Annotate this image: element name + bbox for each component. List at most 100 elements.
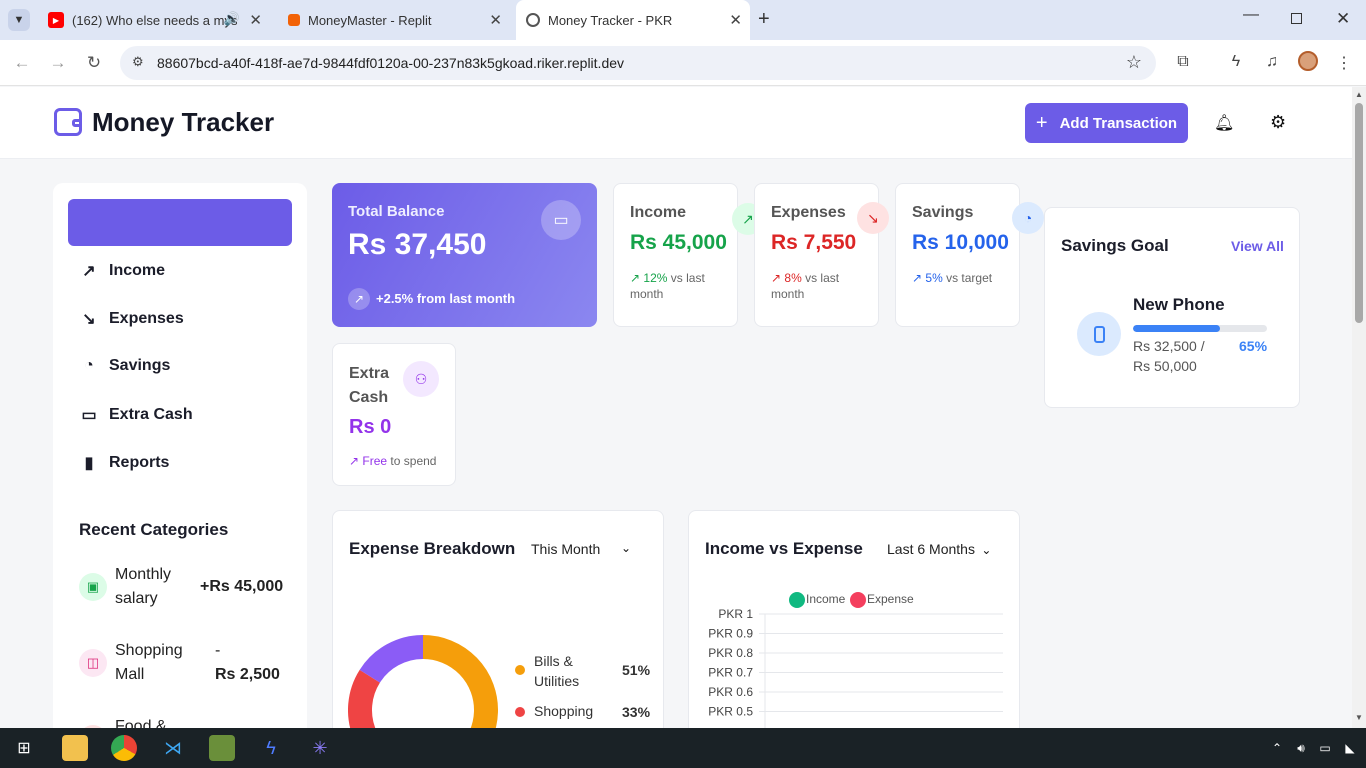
reload-icon[interactable]: ↻ [84, 53, 104, 73]
menu-icon[interactable]: ⋮ [1334, 53, 1354, 73]
browser-tab-youtube[interactable]: ▶ (162) Who else needs a mys 🔊 ✕ [38, 6, 270, 34]
stat-title: Savings [912, 204, 974, 221]
tab-label: MoneyMaster - Replit [308, 12, 432, 28]
savings-goal-card: Savings Goal View All New Phone Rs 32,50… [1044, 207, 1300, 408]
scroll-down-arrow[interactable]: ▼ [1355, 713, 1363, 722]
wallet-icon: ▭ [81, 407, 97, 424]
add-transaction-label: Add Transaction [1059, 114, 1178, 132]
tab-label: Money Tracker - PKR [548, 12, 673, 28]
sidebar-item-label: Expenses [109, 310, 184, 327]
coins-icon: ⚇ [403, 361, 439, 397]
income-vs-expense-card: Income vs Expense Last 6 Months ⌄ Income… [688, 510, 1020, 750]
stat-change: ↗ 8% vs last month [771, 271, 840, 301]
phone-icon [1077, 312, 1121, 356]
performance-icon[interactable]: ϟ [1226, 53, 1246, 71]
windows-start-icon[interactable]: ⊞ [11, 735, 37, 761]
app-icon[interactable] [209, 735, 235, 761]
add-transaction-button[interactable]: + Add Transaction [1025, 103, 1188, 143]
y-tick-label: PKR 0.5 [708, 705, 753, 719]
recent-category-amount: +Rs 45,000 [200, 578, 284, 595]
new-tab-button[interactable]: + [758, 8, 770, 31]
close-icon[interactable]: ✕ [729, 11, 742, 29]
y-tick-label: PKR 1 [718, 607, 753, 621]
expense-breakdown-card: Expense Breakdown This Month ⌄ Bills & U… [332, 510, 664, 750]
period-select[interactable]: This Month ⌄ [531, 541, 641, 559]
period-select-value: This Month [531, 541, 601, 557]
browser-tab-money-tracker[interactable]: Money Tracker - PKR ✕ [516, 0, 750, 40]
chevron-down-icon: ⌄ [981, 543, 992, 557]
scroll-up-arrow[interactable]: ▲ [1355, 90, 1363, 99]
tab-search-button[interactable]: ▼ [8, 9, 30, 31]
savings-goal-title: Savings Goal [1061, 236, 1169, 255]
savings-card[interactable]: Savings Rs 10,000 ↗ 5% vs target ◔ [895, 183, 1044, 327]
wallet-icon: ▭ [541, 200, 581, 240]
sidebar-item-reports[interactable]: ▮ Reports [79, 453, 170, 473]
tray-chevron-icon[interactable]: ⌃ [1264, 735, 1290, 761]
minimize-button[interactable]: — [1243, 6, 1259, 24]
income-card[interactable]: Income Rs 45,000 ↗ 12% vs last month ↗ [613, 183, 764, 327]
y-tick-label: PKR 0.7 [708, 666, 753, 680]
forward-icon[interactable]: → [48, 53, 68, 73]
page-scrollbar[interactable]: ▲ ▼ [1352, 87, 1366, 728]
network-app-icon[interactable]: ✳ [307, 735, 333, 761]
close-icon[interactable]: ✕ [489, 11, 502, 29]
sidebar-item-expenses[interactable]: ↘ Expenses [79, 309, 184, 329]
profile-avatar[interactable] [1298, 51, 1318, 71]
address-bar[interactable]: ⚙ 88607bcd-a40f-418f-ae7d-9844fdf0120a-0… [120, 46, 1156, 80]
speaker-icon: 🔊 [223, 11, 240, 26]
recent-categories-title: Recent Categories [79, 520, 229, 539]
close-icon[interactable]: ✕ [249, 11, 262, 29]
stat-value: Rs 0 [349, 416, 392, 438]
sidebar-item-extra-cash[interactable]: ▭ Extra Cash [79, 405, 193, 425]
goal-name: New Phone [1133, 295, 1225, 314]
expenses-card[interactable]: Expenses Rs 7,550 ↗ 8% vs last month ↘ [754, 183, 889, 327]
range-select-value: Last 6 Months [887, 541, 975, 557]
stat-title: Income [630, 204, 687, 221]
sidebar-item-label: Savings [109, 357, 171, 374]
window-close-button[interactable]: ✕ [1336, 9, 1350, 29]
lightning-app-icon[interactable]: ϟ [258, 735, 284, 761]
gear-icon[interactable]: ⚙ [1270, 112, 1286, 133]
wifi-icon[interactable]: ◣ [1337, 735, 1363, 761]
volume-icon[interactable]: 🔊︎ [1288, 735, 1314, 761]
sidebar-item-income[interactable]: ↗ Income [79, 261, 165, 281]
range-select[interactable]: Last 6 Months ⌄ [887, 541, 997, 559]
extensions-icon[interactable]: ⧉ [1173, 53, 1193, 71]
scrollbar-thumb[interactable] [1355, 103, 1363, 323]
legend-percent: 33% [622, 704, 651, 720]
sidebar-item-label: Extra Cash [109, 406, 193, 423]
sidebar-item-savings[interactable]: ◔ Savings [79, 357, 170, 375]
sidebar-active-banner[interactable] [68, 199, 292, 246]
extra-cash-card[interactable]: Extra Cash Rs 0 ↗ Free to spend ⚇ [332, 343, 456, 486]
app-title: Money Tracker [92, 107, 275, 137]
bar-chart-icon: ▮ [84, 455, 94, 472]
back-icon[interactable]: ← [12, 53, 32, 73]
stat-change: ↗ 12% vs last month [630, 271, 705, 301]
legend-percent: 51% [622, 662, 651, 678]
expense-breakdown-title: Expense Breakdown [349, 539, 516, 558]
sidebar: ↗ Income ↘ Expenses ◔ Savings ▭ Extra Cash ▮… [53, 183, 307, 753]
browser-tab-replit[interactable]: MoneyMaster - Replit ✕ [278, 6, 510, 34]
goal-progress-bar [1133, 325, 1267, 332]
piggy-bank-icon: ◔ [1012, 202, 1044, 234]
view-all-link[interactable]: View All [1231, 238, 1284, 254]
bell-icon[interactable]: 🔔︎ [1214, 113, 1234, 133]
bookmark-star-icon[interactable]: ☆ [1126, 52, 1142, 73]
restore-button[interactable] [1291, 13, 1302, 24]
file-explorer-icon[interactable] [62, 735, 88, 761]
chrome-icon[interactable] [111, 735, 137, 761]
trending-down-icon: ↘ [857, 202, 889, 234]
stat-title: Expenses [771, 204, 846, 221]
shopping-bag-icon: ◫ [79, 649, 107, 677]
stat-title: Extra Cash [349, 365, 390, 406]
vscode-icon[interactable]: ⋊ [160, 735, 186, 761]
goal-percent: 65% [1239, 338, 1268, 354]
balance-change: +2.5% from last month [376, 291, 516, 306]
stat-value: Rs 7,550 [771, 231, 857, 254]
site-info-icon[interactable]: ⚙ [132, 54, 144, 70]
goal-progress-label: Rs 32,500 / Rs 50,000 [1133, 338, 1205, 374]
display-icon[interactable]: ▭ [1312, 735, 1338, 761]
trending-up-icon: ↗ [82, 263, 96, 280]
media-control-icon[interactable]: ♫ [1262, 53, 1282, 71]
briefcase-icon: ▣ [79, 573, 107, 601]
